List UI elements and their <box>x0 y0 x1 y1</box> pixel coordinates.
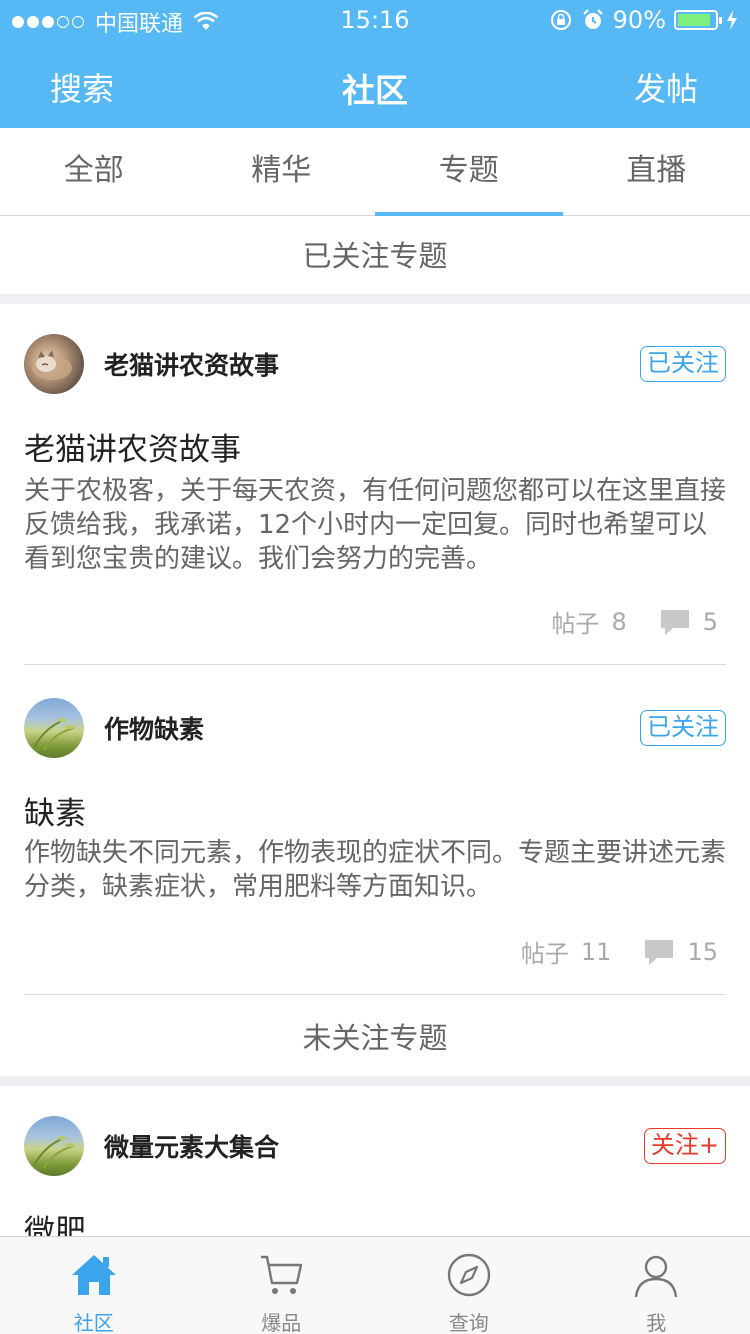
tabbar-community[interactable]: 社区 <box>0 1237 188 1334</box>
section-gap <box>0 1076 750 1086</box>
tab-all[interactable]: 全部 <box>0 128 188 215</box>
comments-count: 5 <box>702 607 718 636</box>
topic-card[interactable]: 老猫讲农资故事 已关注 老猫讲农资故事 关于农极客，关于每天农资，有任何问题您都… <box>0 304 750 664</box>
tabbar-label: 我 <box>646 1311 667 1334</box>
follow-button[interactable]: 关注+ <box>643 1128 726 1164</box>
post-button[interactable]: 发帖 <box>634 64 698 110</box>
tab-topics[interactable]: 专题 <box>375 128 563 216</box>
battery-percent: 90% <box>612 6 666 34</box>
comment-icon <box>645 939 674 965</box>
comment-icon <box>660 609 689 635</box>
topic-card[interactable]: 微量元素大集合 关注+ 微肥 <box>0 1086 750 1236</box>
tabbar-me[interactable]: 我 <box>563 1237 750 1334</box>
plant-photo-icon <box>33 1136 75 1169</box>
tab-featured[interactable]: 精华 <box>188 128 376 215</box>
followed-section-header: 已关注专题 <box>0 216 750 296</box>
bottom-tab-bar: 社区 爆品 查询 我 <box>0 1236 750 1334</box>
cart-icon <box>261 1255 303 1294</box>
section-gap <box>0 294 750 304</box>
tab-live[interactable]: 直播 <box>563 128 750 215</box>
status-right: 90% <box>549 6 738 34</box>
topic-header: 作物缺素 <box>24 698 204 758</box>
tabbar-query[interactable]: 查询 <box>375 1237 563 1334</box>
followed-button[interactable]: 已关注 <box>640 710 726 746</box>
alarm-icon <box>582 9 603 29</box>
topic-title: 微肥 <box>24 1214 86 1236</box>
unfollowed-section-header: 未关注专题 <box>0 998 750 1078</box>
plant-photo-icon <box>33 718 75 751</box>
comments-count: 15 <box>687 937 718 966</box>
home-icon <box>71 1255 116 1295</box>
divider <box>24 994 726 995</box>
tabbar-label: 社区 <box>73 1311 114 1334</box>
top-bar: 中国联通 15:16 90% 搜索 社区 发帖 <box>0 0 750 128</box>
topic-description: 作物缺失不同元素，作物表现的症状不同。专题主要讲述元素分类，缺素症状，常用肥料等… <box>24 838 727 902</box>
charging-icon <box>727 10 737 30</box>
avatar <box>24 698 84 758</box>
cat-photo-icon <box>32 350 72 380</box>
topic-name: 微量元素大集合 <box>104 1133 280 1162</box>
status-bar: 中国联通 15:16 90% <box>0 0 750 40</box>
tabbar-hot[interactable]: 爆品 <box>188 1237 376 1334</box>
posts-count: 8 <box>611 607 627 636</box>
topic-card[interactable]: 作物缺素 已关注 缺素 作物缺失不同元素，作物表现的症状不同。专题主要讲述元素分… <box>0 668 750 994</box>
person-icon <box>635 1255 678 1298</box>
battery-fill <box>678 14 711 26</box>
avatar <box>24 1116 84 1176</box>
posts-label: 帖子 <box>551 610 600 638</box>
nav-bar: 搜索 社区 发帖 <box>0 40 750 128</box>
posts-count: 11 <box>580 937 612 966</box>
followed-button[interactable]: 已关注 <box>640 346 726 382</box>
posts-label: 帖子 <box>520 940 569 968</box>
rotation-lock-icon <box>550 10 571 30</box>
topic-stats: 帖子 8 5 <box>551 604 718 639</box>
topic-title: 老猫讲农资故事 <box>24 432 241 468</box>
divider <box>24 664 726 665</box>
topic-header: 老猫讲农资故事 <box>24 334 279 394</box>
topic-title: 缺素 <box>24 796 86 832</box>
topic-header: 微量元素大集合 <box>24 1116 279 1176</box>
topic-description: 关于农极客，关于每天农资，有任何问题您都可以在这里直接反馈给我，我承诺，12个小… <box>24 476 727 574</box>
compass-icon <box>447 1253 490 1297</box>
battery-icon <box>674 10 722 30</box>
topic-name: 作物缺素 <box>104 715 205 744</box>
topic-name: 老猫讲农资故事 <box>104 351 280 380</box>
topic-stats: 帖子 11 15 <box>520 934 718 969</box>
category-tabs: 全部 精华 专题 直播 <box>0 128 750 216</box>
tabbar-label: 爆品 <box>261 1311 302 1334</box>
avatar <box>24 334 84 394</box>
tabbar-label: 查询 <box>448 1311 489 1334</box>
